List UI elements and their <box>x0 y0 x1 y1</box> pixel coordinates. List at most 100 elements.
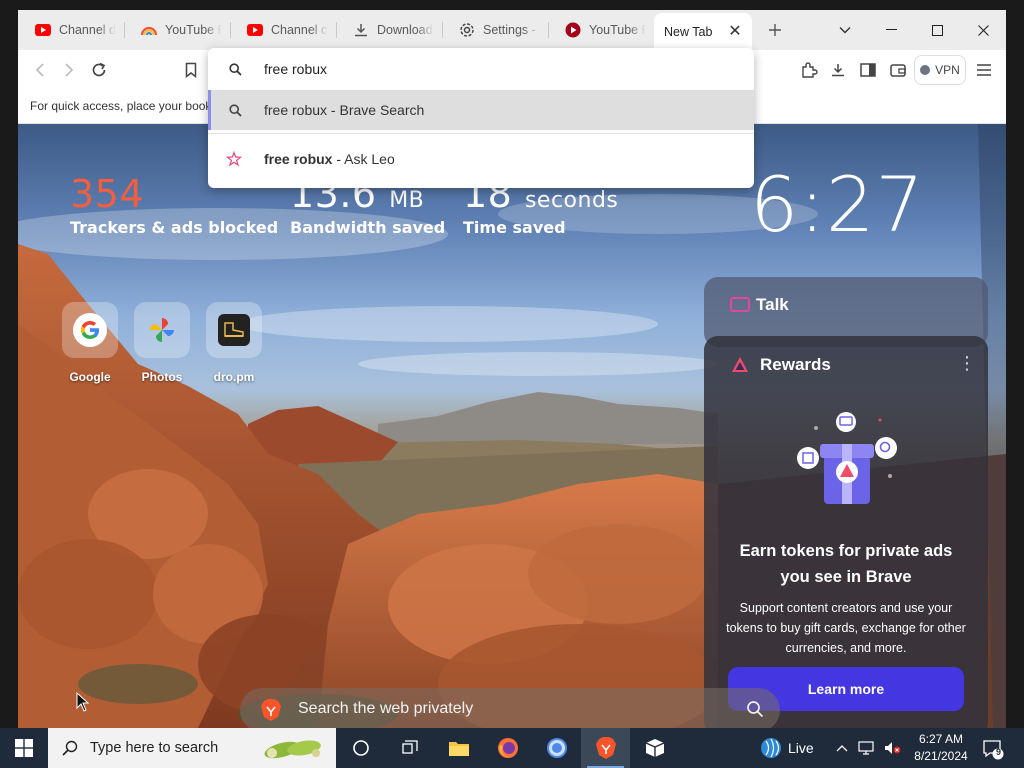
tile-box <box>134 302 190 358</box>
sidebar-icon[interactable] <box>856 58 880 82</box>
pickles-search-highlight-icon <box>264 740 321 759</box>
search-icon <box>62 740 78 756</box>
taskbar-search-box[interactable]: Type here to search <box>48 728 336 768</box>
tab-title: Channel d <box>59 23 116 37</box>
taskbar-search-placeholder: Type here to search <box>90 740 219 756</box>
vpn-button[interactable]: VPN <box>914 55 966 85</box>
talk-video-icon <box>730 297 750 312</box>
photos-icon <box>145 313 179 347</box>
youtube-favicon-icon <box>247 22 263 38</box>
chrome-icon <box>546 738 567 758</box>
more-options-icon[interactable]: ⋮ <box>958 354 976 372</box>
tray-chevron-up-icon[interactable] <box>836 744 848 752</box>
chrome-button[interactable] <box>532 728 581 768</box>
notifications-button[interactable]: 9 <box>982 738 1004 765</box>
system-tray <box>836 728 902 768</box>
search-icon <box>211 103 242 117</box>
file-explorer-button[interactable] <box>434 728 483 768</box>
tab-downloads[interactable]: Download <box>336 13 442 47</box>
menu-icon[interactable] <box>972 58 996 82</box>
omnibox-dropdown: free robux - Brave Search free robux - A… <box>208 48 754 188</box>
tab-title: YouTube R <box>589 23 646 37</box>
tab-youtube-1[interactable]: YouTube R <box>124 13 230 47</box>
browser-window: Channel d YouTube R Channel c Download S… <box>18 10 1006 728</box>
tab-search-chevron-icon[interactable] <box>822 10 868 50</box>
mouse-pointer-icon <box>76 692 90 712</box>
cortana-circle-icon <box>352 740 369 756</box>
live-globe-icon <box>761 738 781 758</box>
omnibox-input-row <box>208 48 754 90</box>
wallet-icon[interactable] <box>886 58 910 82</box>
talk-title: Talk <box>756 295 789 314</box>
tile-label: dro.pm <box>213 370 255 384</box>
extensions-icon[interactable] <box>797 58 821 82</box>
package-app-button[interactable] <box>630 728 679 768</box>
reload-button[interactable] <box>87 58 111 82</box>
tab-title: YouTube R <box>165 23 222 37</box>
vpn-status-icon <box>920 65 931 75</box>
back-button[interactable] <box>28 58 52 82</box>
download-icon <box>353 22 369 38</box>
ntp-search-placeholder: Search the web privately <box>298 700 474 717</box>
timeline-button[interactable] <box>385 728 434 768</box>
tab-new-tab[interactable]: New Tab ✕ <box>654 13 752 50</box>
notification-count: 9 <box>995 747 1001 757</box>
tile-label: Photos <box>141 370 183 384</box>
maximize-button[interactable] <box>914 10 960 50</box>
downloads-icon[interactable] <box>826 58 850 82</box>
suggestion-ask-leo[interactable]: free robux - Ask Leo <box>208 139 754 179</box>
tab-settings[interactable]: Settings - <box>442 13 548 47</box>
tab-strip: Channel d YouTube R Channel c Download S… <box>18 10 1006 50</box>
close-tab-icon[interactable]: ✕ <box>726 23 744 41</box>
rewards-title: Rewards <box>760 355 831 374</box>
clock-date: 8/21/2024 <box>914 749 968 763</box>
tab-channel-1[interactable]: Channel d <box>18 13 124 47</box>
top-site-google[interactable]: Google <box>62 302 118 384</box>
forward-button[interactable] <box>57 58 81 82</box>
youtube-favicon-icon <box>35 22 51 38</box>
task-view-button[interactable] <box>336 728 385 768</box>
leo-icon <box>211 151 242 167</box>
search-icon[interactable] <box>746 700 764 718</box>
rewards-headline: Earn tokens for private ads you see in B… <box>739 542 953 586</box>
bandwidth-unit: MB <box>389 188 425 213</box>
minimize-button[interactable] <box>868 10 914 50</box>
address-bar-input[interactable] <box>264 61 734 77</box>
brave-lion-icon <box>261 699 281 721</box>
firefox-button[interactable] <box>483 728 532 768</box>
bandwidth-label: Bandwidth saved <box>290 218 446 237</box>
suggestion-text: free robux - Ask Leo <box>264 151 395 167</box>
boot-icon <box>218 314 250 346</box>
tile-box <box>62 302 118 358</box>
live-weather-widget[interactable]: Live <box>760 728 814 768</box>
tab-channel-2[interactable]: Channel c <box>230 13 336 47</box>
suggestion-brave-search[interactable]: free robux - Brave Search <box>208 90 754 130</box>
rewards-body: Support content creators and use your to… <box>726 601 966 655</box>
ntp-search-box[interactable]: Search the web privately <box>240 688 780 728</box>
tile-label: Google <box>69 370 111 384</box>
tab-title: Channel c <box>271 23 328 37</box>
suggestion-rest-text: - Ask Leo <box>332 151 395 167</box>
taskbar: Type here to search Live 6:27 AM 8/21/20… <box>0 728 1024 768</box>
tab-title: Download <box>377 23 433 37</box>
start-button[interactable] <box>0 728 48 768</box>
bookmarks-hint: For quick access, place your book <box>30 99 212 113</box>
close-window-button[interactable] <box>960 10 1006 50</box>
network-icon[interactable] <box>858 741 874 755</box>
suggestion-bold-text: free robux <box>264 151 333 167</box>
suggestion-text: free robux - Brave Search <box>264 102 425 118</box>
new-tab-button[interactable] <box>760 15 790 45</box>
volume-muted-icon[interactable] <box>884 741 902 755</box>
brave-rewards-triangle-icon <box>732 357 748 372</box>
brave-button[interactable] <box>581 728 630 768</box>
top-site-dropm[interactable]: dro.pm <box>206 302 262 384</box>
gear-icon <box>459 22 475 38</box>
top-site-photos[interactable]: Photos <box>134 302 190 384</box>
tab-youtube-2[interactable]: YouTube R <box>548 13 654 47</box>
bookmark-icon[interactable] <box>179 58 203 82</box>
folder-icon <box>448 742 469 756</box>
firefox-icon <box>497 738 518 758</box>
suggestion-divider <box>208 133 754 134</box>
time-unit: seconds <box>524 188 619 213</box>
taskbar-clock[interactable]: 6:27 AM 8/21/2024 <box>908 731 974 765</box>
